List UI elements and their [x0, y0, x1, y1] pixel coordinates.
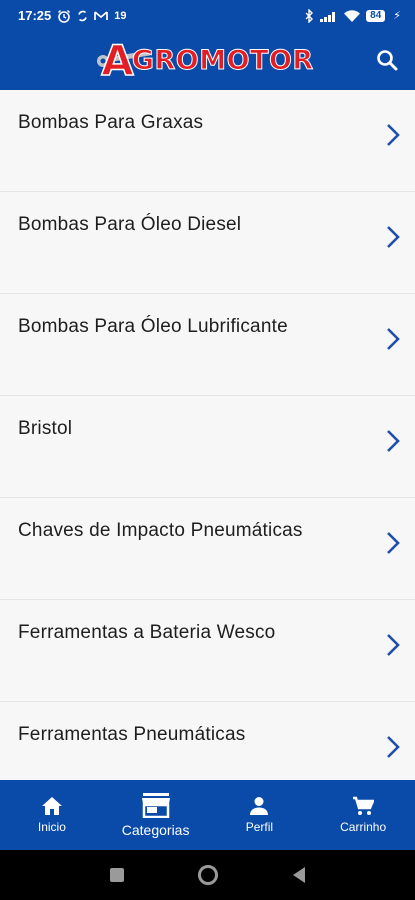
nav-label: Carrinho: [340, 820, 387, 834]
chevron-right-icon: [387, 226, 400, 248]
mail-icon: [94, 10, 109, 22]
category-item-bombas-para-oleo-lubrificante[interactable]: Bombas Para Óleo Lubrificante: [0, 294, 415, 396]
back-icon: [292, 867, 305, 883]
category-item-bombas-para-oleo-diesel[interactable]: Bombas Para Óleo Diesel: [0, 192, 415, 294]
status-bar: 17:25 19 84 ⚡: [0, 0, 415, 31]
chevron-right-icon: [387, 430, 400, 452]
battery-indicator: 84: [366, 9, 386, 22]
nav-perfil[interactable]: Perfil: [214, 780, 304, 850]
recents-button[interactable]: [109, 867, 125, 883]
category-item-bombas-para-graxas[interactable]: Bombas Para Graxas: [0, 90, 415, 192]
category-label: Bristol: [18, 418, 73, 439]
alarm-icon: [57, 9, 71, 23]
status-left: 17:25 19: [18, 8, 127, 23]
nav-categorias[interactable]: Categorias: [111, 780, 201, 850]
agromotor-logo: A GROMOTOR: [97, 31, 314, 90]
search-button[interactable]: [373, 46, 401, 74]
back-button[interactable]: [291, 866, 307, 884]
chevron-right-icon: [387, 736, 400, 758]
person-icon: [250, 797, 269, 815]
category-label: Bombas Para Óleo Diesel: [18, 214, 242, 235]
home-system-button[interactable]: [197, 864, 219, 886]
signal-icon: [320, 10, 338, 22]
category-item-bristol[interactable]: Bristol: [0, 396, 415, 498]
category-label: Ferramentas a Bateria Wesco: [18, 622, 276, 643]
bottom-navigation: Inicio Categorias Perfil Carrinho: [0, 780, 415, 850]
status-time: 17:25: [18, 8, 52, 23]
category-label: Bombas Para Óleo Lubrificante: [18, 316, 288, 337]
nav-carrinho[interactable]: Carrinho: [318, 780, 408, 850]
wifi-icon: [344, 9, 361, 22]
recents-icon: [109, 868, 124, 882]
chevron-right-icon: [387, 532, 400, 554]
home-circle-icon: [197, 865, 218, 885]
notification-count: 19: [114, 9, 127, 22]
nav-inicio[interactable]: Inicio: [7, 780, 97, 850]
category-label: Chaves de Impacto Pneumáticas: [18, 520, 303, 541]
system-navigation-bar: [0, 850, 415, 900]
store-icon: [141, 793, 170, 818]
bluetooth-icon: [305, 8, 314, 23]
category-label: Bombas Para Graxas: [18, 112, 204, 133]
charging-icon: ⚡: [393, 10, 401, 22]
logo-text: GROMOTOR: [131, 45, 314, 77]
nav-label: Inicio: [37, 820, 66, 834]
cart-icon: [353, 796, 375, 815]
category-label: Ferramentas Pneumáticas: [18, 724, 246, 745]
search-icon: [377, 50, 398, 71]
sync-icon: [77, 9, 88, 23]
home-icon: [41, 797, 62, 815]
app-bar: A GROMOTOR: [0, 31, 415, 90]
chevron-right-icon: [387, 124, 400, 146]
chevron-right-icon: [387, 328, 400, 350]
nav-label: Categorias: [121, 822, 190, 838]
category-item-ferramentas-pneumaticas[interactable]: Ferramentas Pneumáticas: [0, 702, 415, 780]
logo-initial: A: [101, 35, 135, 86]
category-list[interactable]: Bombas Para Graxas Bombas Para Óleo Dies…: [0, 90, 415, 780]
battery-level: 84: [370, 10, 382, 21]
chevron-right-icon: [387, 634, 400, 656]
status-right: 84 ⚡: [305, 8, 401, 23]
nav-label: Perfil: [245, 820, 274, 834]
category-item-ferramentas-bateria-wesco[interactable]: Ferramentas a Bateria Wesco: [0, 600, 415, 702]
category-item-chaves-de-impacto[interactable]: Chaves de Impacto Pneumáticas: [0, 498, 415, 600]
